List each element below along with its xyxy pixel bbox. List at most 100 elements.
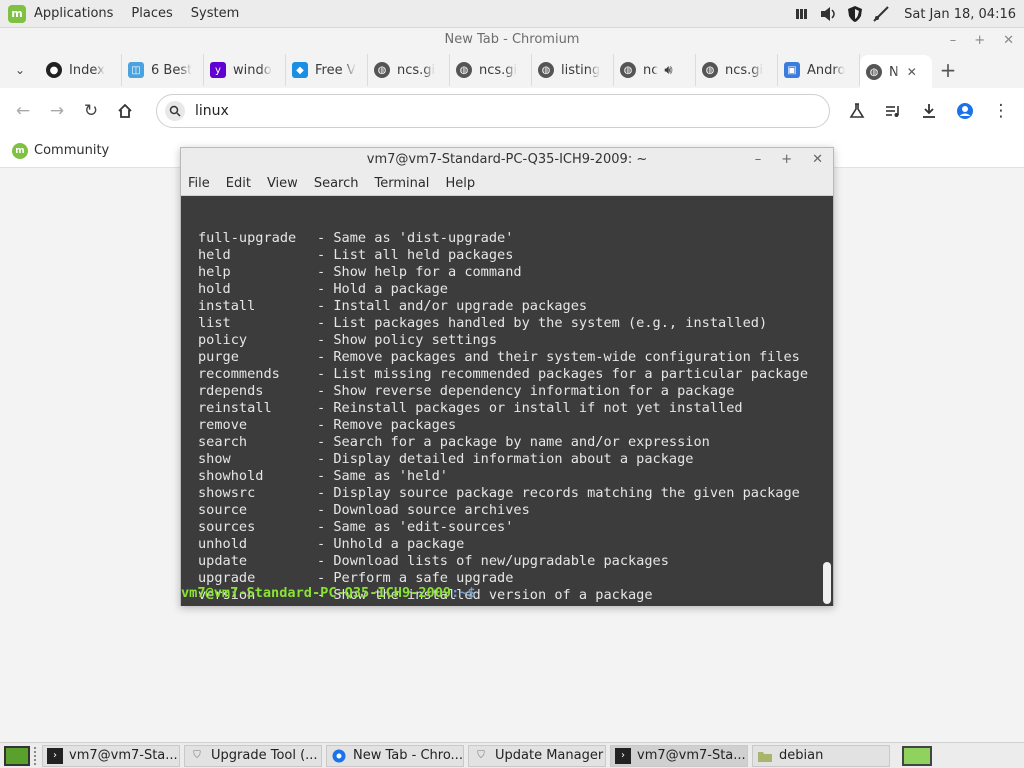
download-icon[interactable] xyxy=(912,94,946,128)
terminal-output[interactable]: full-upgrade - Same as 'dist-upgrade' held… xyxy=(181,196,821,606)
forward-icon[interactable]: → xyxy=(40,94,74,128)
terminal-maximize-icon[interactable]: + xyxy=(781,148,792,172)
home-icon[interactable] xyxy=(108,94,142,128)
command-list: full-upgrade - Same as 'dist-upgrade' held… xyxy=(181,230,821,604)
command-description: - Download source archives xyxy=(317,502,530,518)
clock[interactable]: Sat Jan 18, 04:16 xyxy=(904,7,1016,22)
profile-avatar-icon[interactable] xyxy=(948,94,982,128)
terminal-titlebar[interactable]: vm7@vm7-Standard-PC-Q35-ICH9-2009: ~ – +… xyxy=(181,148,833,172)
command-description: - Perform a safe upgrade xyxy=(317,570,514,586)
terminal-close-icon[interactable]: ✕ xyxy=(812,148,823,172)
task-terminal-2[interactable]: › vm7@vm7-Sta... xyxy=(610,744,748,767)
show-desktop-icon[interactable] xyxy=(4,745,30,766)
terminal-menu-edit[interactable]: Edit xyxy=(226,176,251,191)
search-icon xyxy=(165,101,185,121)
tab-6-best[interactable]: ◫ 6 Best xyxy=(122,54,204,86)
tab-close-icon[interactable]: ✕ xyxy=(907,65,917,79)
system-menu[interactable]: System xyxy=(191,6,239,21)
places-menu[interactable]: Places xyxy=(131,6,172,21)
audio-playing-icon[interactable]: 🔊︎ xyxy=(664,63,672,78)
task-debian-folder[interactable]: debian xyxy=(752,744,890,767)
task-upgrade-tool[interactable]: ⛉ Upgrade Tool (... xyxy=(184,744,322,767)
reload-icon[interactable]: ↻ xyxy=(74,94,108,128)
shield-icon[interactable] xyxy=(846,5,864,23)
tab-index[interactable]: ● Index xyxy=(40,54,122,86)
command-name: unhold xyxy=(198,536,248,552)
bookmark-community[interactable]: Community xyxy=(34,143,109,158)
terminal-prompt[interactable]: vm7@vm7-Standard-PC-Q35-ICH9-2009:~$ xyxy=(181,585,476,602)
workspace-switcher[interactable] xyxy=(902,746,932,766)
terminal-menu-view[interactable]: View xyxy=(267,176,298,191)
scrollbar-thumb[interactable] xyxy=(823,562,831,604)
labs-flask-icon[interactable] xyxy=(840,94,874,128)
tab-search-icon[interactable]: ⌄ xyxy=(0,63,40,77)
mint-menu-icon[interactable]: m xyxy=(8,4,26,23)
maximize-icon[interactable]: + xyxy=(974,33,985,48)
terminal-minimize-icon[interactable]: – xyxy=(755,148,762,172)
browser-title: New Tab - Chromium xyxy=(0,28,1024,52)
task-chromium[interactable]: New Tab - Chro... xyxy=(326,744,464,767)
applications-menu[interactable]: Applications xyxy=(34,6,113,21)
terminal-title: vm7@vm7-Standard-PC-Q35-ICH9-2009: ~ xyxy=(366,152,648,167)
command-name: rdepends xyxy=(198,383,264,399)
tab-ncs-2[interactable]: ◍ ncs.gi xyxy=(450,54,532,86)
command-description: - Same as 'edit-sources' xyxy=(317,519,514,535)
tab-ncs-1[interactable]: ◍ ncs.gi xyxy=(368,54,450,86)
terminal-line: full-upgrade - Same as 'dist-upgrade' xyxy=(181,230,821,247)
taskbar-separator xyxy=(34,746,38,765)
terminal-line: remove - Remove packages xyxy=(181,417,821,434)
command-name: held xyxy=(198,247,231,263)
terminal-menu-file[interactable]: File xyxy=(188,176,210,191)
command-name: showsrc xyxy=(198,485,256,501)
close-icon[interactable]: ✕ xyxy=(1003,33,1014,48)
top-panel: m Applications Places System Sat Jan 18,… xyxy=(0,0,1024,28)
command-description: - Show help for a command xyxy=(317,264,522,280)
command-name: source xyxy=(198,502,248,518)
command-name: recommends xyxy=(198,366,280,382)
terminal-menu-help[interactable]: Help xyxy=(445,176,475,191)
command-name: purge xyxy=(198,349,239,365)
address-bar[interactable]: linux xyxy=(156,94,830,128)
terminal-line: showsrc - Display source package records … xyxy=(181,485,821,502)
terminal-line: source - Download source archives xyxy=(181,502,821,519)
tab-windo[interactable]: y windo xyxy=(204,54,286,86)
media-control-icon[interactable] xyxy=(876,94,910,128)
tab-strip: ⌄ ● Index ◫ 6 Best y windo ◆ Free V ◍ ncs.gi … xyxy=(0,52,1024,89)
tab-nc-audio[interactable]: ◍ nc 🔊︎ xyxy=(614,54,696,86)
tab-new-tab-active[interactable]: ◍ N ✕ xyxy=(860,55,932,89)
prompt-user: vm7@vm7-Standard-PC-Q35-ICH9-2009 xyxy=(181,585,452,601)
tab-listing[interactable]: ◍ listing xyxy=(532,54,614,86)
terminal-line: show - Display detailed information about… xyxy=(181,451,821,468)
task-terminal-1[interactable]: › vm7@vm7-Sta... xyxy=(42,744,180,767)
terminal-menu-search[interactable]: Search xyxy=(314,176,359,191)
more-menu-icon[interactable]: ⋮ xyxy=(984,94,1018,128)
tab-free[interactable]: ◆ Free V xyxy=(286,54,368,86)
tab-ncs-3[interactable]: ◍ ncs.gi xyxy=(696,54,778,86)
terminal-line: list - List packages handled by the syste… xyxy=(181,315,821,332)
linux-mint-icon: m xyxy=(12,142,28,159)
volume-icon[interactable] xyxy=(820,5,838,23)
terminal-line: search - Search for a package by name and… xyxy=(181,434,821,451)
command-name: remove xyxy=(198,417,248,433)
command-description: - Display source package records matchin… xyxy=(317,485,800,501)
puzzle-icon: ◆ xyxy=(292,62,308,78)
terminal-line: help - Show help for a command xyxy=(181,264,821,281)
address-bar-text[interactable]: linux xyxy=(195,103,229,119)
github-icon: ● xyxy=(46,62,62,78)
new-tab-button[interactable]: + xyxy=(932,58,964,82)
command-description: - Remove packages xyxy=(317,417,457,433)
terminal-scrollbar[interactable] xyxy=(821,196,833,606)
tab-android[interactable]: ▣ Andro xyxy=(778,54,860,86)
command-description: - Hold a package xyxy=(317,281,448,297)
terminal-icon: › xyxy=(615,747,631,764)
task-update-manager[interactable]: ⛉ Update Manager xyxy=(468,744,606,767)
shield-icon: ⛉ xyxy=(477,750,485,761)
command-description: - Same as 'dist-upgrade' xyxy=(317,230,514,246)
command-name: help xyxy=(198,264,231,280)
minimize-icon[interactable]: – xyxy=(950,33,957,48)
terminal-menu-terminal[interactable]: Terminal xyxy=(374,176,429,191)
back-icon[interactable]: ← xyxy=(6,94,40,128)
terminal-menubar: File Edit View Search Terminal Help xyxy=(181,172,833,196)
keyboard-icon[interactable] xyxy=(794,5,812,23)
network-icon[interactable] xyxy=(872,5,890,23)
